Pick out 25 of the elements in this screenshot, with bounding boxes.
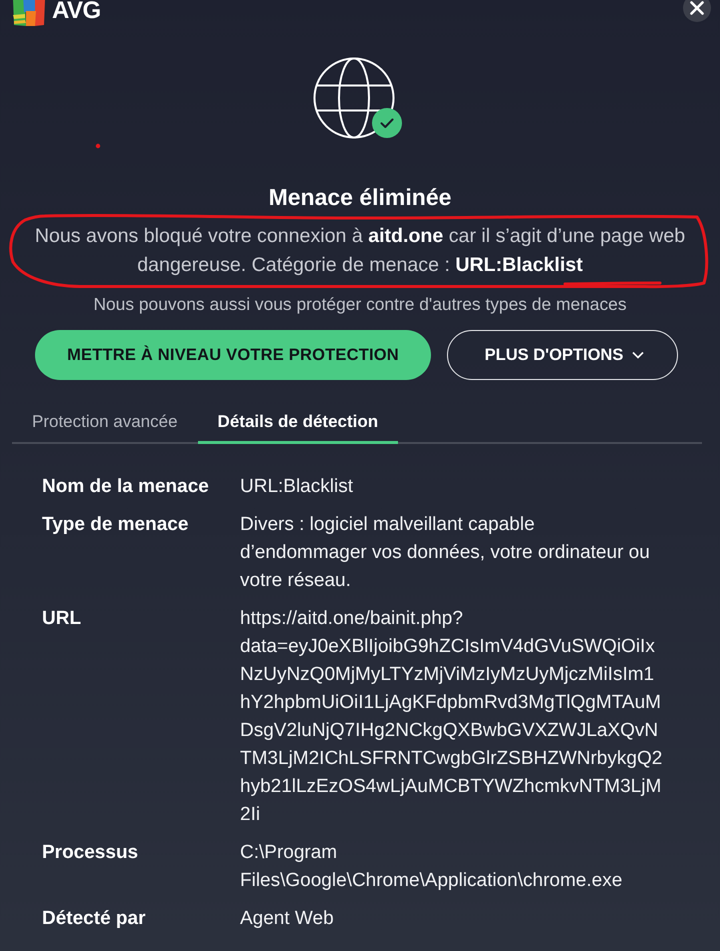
- alert-note: Nous pouvons aussi vous protéger contre d'autres types de menaces: [93, 293, 627, 315]
- close-icon: [690, 1, 704, 15]
- close-button[interactable]: [683, 0, 711, 22]
- field-label: Type de menace: [42, 513, 190, 537]
- check-badge-icon: [372, 108, 402, 138]
- field-label: Détecté par: [42, 907, 146, 931]
- upgrade-button[interactable]: METTRE À NIVEAU VOTRE PROTECTION: [35, 330, 431, 380]
- logo-icon: [11, 0, 48, 27]
- globe-icon: [313, 57, 395, 139]
- field-value: URL:Blacklist: [240, 475, 354, 499]
- options-dropdown-button[interactable]: PLUS D'OPTIONS: [447, 330, 678, 380]
- field-label: Processus: [42, 841, 140, 865]
- logo-text: AVG: [52, 0, 101, 22]
- field-label: URL: [42, 607, 82, 631]
- caret-icon: [632, 351, 644, 359]
- annotation-dot-icon: [96, 144, 100, 148]
- field-value: https://aitd.one/bainit.php?data=eyJ0eXBlIjoibG9hZCIsImV4dGVuSWQiOiIxNzUyNzQ0MjMyLTYzMjViMzIyMzUyMjczMiIsIm1hY2hpbmUiOiI1LjAgKFdpbmRvd3MgTlQgMTAuMDsgV2luNjQ7IHg2NCkgQXBwbGVXZWJLaXQvNTM3LjM2IChLSFRNTCwgbGlrZSBHZWNrbykgQ2hyb21lLzEzOS4wLjAuMCBTYWZhcmkvNTM3LjM2Ii: [240, 607, 663, 827]
- field-label: Nom de la menace: [42, 475, 210, 499]
- tab[interactable]: Détails de détection: [198, 402, 398, 444]
- alert-message: Nous avons bloqué votre connexion à aitd.one car il s’agit d’une page web dangereuse. Catégorie de menace : URL:Blacklist: [34, 224, 686, 278]
- field-value: Agent Web: [240, 907, 335, 931]
- field-value: Divers : logiciel malveillant capable d’endommager vos données, votre ordinateur ou votre réseau.: [240, 513, 651, 593]
- tab[interactable]: Protection avancée: [12, 402, 198, 444]
- field-value: C:\Program Files\Google\Chrome\Application\chrome.exe: [240, 841, 624, 893]
- alert-title: Menace éliminée: [268, 183, 452, 211]
